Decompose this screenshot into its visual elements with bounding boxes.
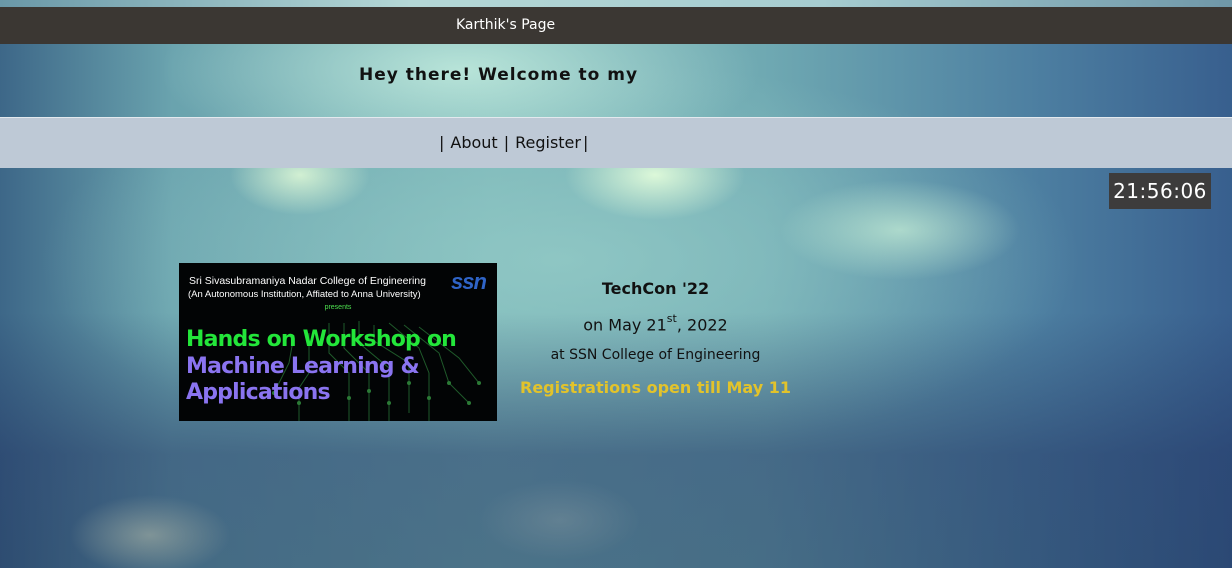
registration-notice: Registrations open till May 11 [520, 378, 791, 398]
page-title: Karthik's Page [456, 17, 556, 33]
nav-separator: | [503, 133, 510, 152]
nav-separator: | [582, 133, 589, 152]
ssn-logo: ssn [451, 269, 487, 294]
event-date-prefix: on May 21 [583, 315, 667, 335]
banner-college-name: Sri Sivasubramaniya Nadar College of Eng… [189, 275, 426, 287]
banner-headline-3: Applications [186, 380, 331, 405]
welcome-heading: Hey there! Welcome to my [359, 65, 639, 85]
nav-link-about[interactable]: About [450, 133, 497, 152]
event-venue: at SSN College of Engineering [550, 347, 761, 364]
top-strip [0, 0, 1232, 7]
event-details: TechCon '22 on May 21st, 2022 at SSN Col… [500, 280, 811, 397]
nav-separator: | [439, 133, 445, 152]
nav-link-register[interactable]: Register [515, 133, 581, 152]
workshop-banner-image: Sri Sivasubramaniya Nadar College of Eng… [179, 263, 497, 421]
event-date: on May 21st, 2022 [500, 311, 811, 335]
nav-links: | About | Register | [439, 133, 588, 152]
banner-headline-1: Hands on Workshop on [186, 327, 457, 352]
title-bar: Karthik's Page [0, 7, 1232, 44]
event-date-suffix: st [666, 312, 677, 325]
clock-display: 21:56:06 [1109, 173, 1211, 209]
banner-affiliation: (An Autonomous Institution, Affiated to … [188, 289, 421, 300]
event-date-year: , 2022 [676, 315, 728, 335]
banner-presents: presents [324, 304, 352, 311]
banner-headline-2: Machine Learning & [186, 354, 420, 379]
event-name: TechCon '22 [601, 279, 710, 298]
nav-bar: | About | Register | [0, 117, 1232, 168]
